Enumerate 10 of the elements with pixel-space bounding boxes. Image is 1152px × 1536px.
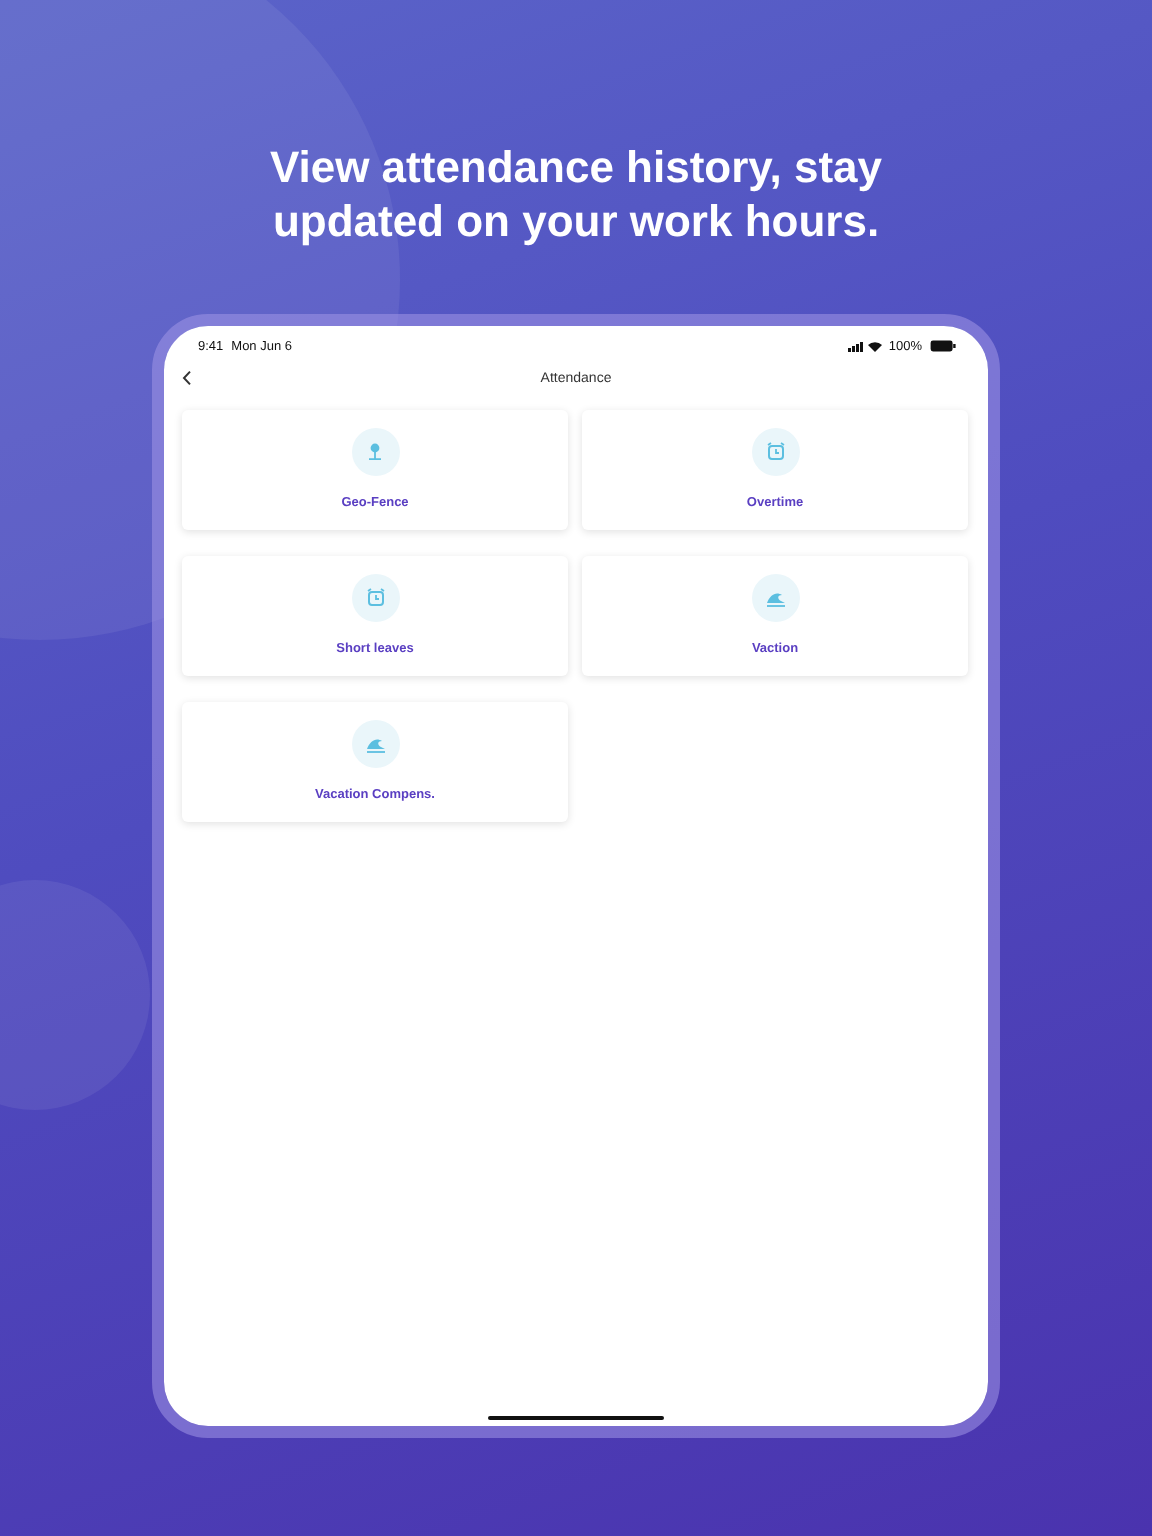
wifi-icon (868, 341, 883, 351)
headline: View attendance history, stay updated on your work hours. (267, 140, 885, 248)
wave-icon (365, 735, 385, 753)
signal-icon (848, 341, 865, 351)
wave-icon (765, 589, 785, 607)
alarm-clock-icon (365, 588, 385, 608)
battery-icon (930, 340, 956, 352)
alarm-clock-icon (765, 442, 785, 462)
pin-icon (366, 442, 384, 462)
back-icon[interactable] (182, 370, 192, 386)
